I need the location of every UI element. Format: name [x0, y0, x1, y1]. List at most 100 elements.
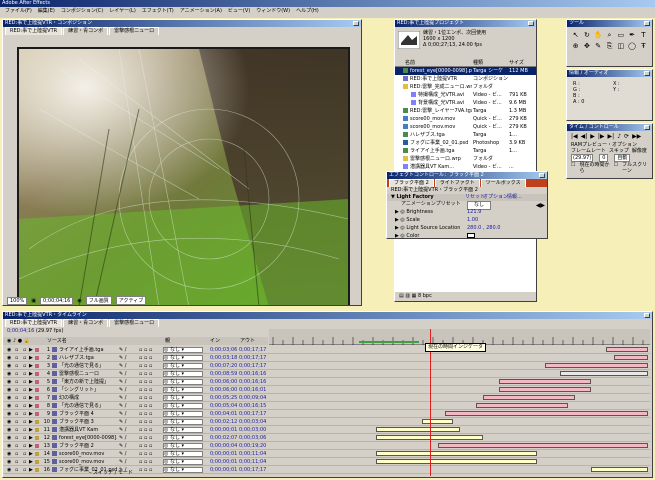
layer-duration-bar[interactable]	[437, 443, 649, 448]
close-icon[interactable]	[528, 21, 534, 26]
expand-icon[interactable]: ▶	[29, 434, 33, 441]
zoom-tool-icon[interactable]: ⌕	[605, 31, 614, 40]
visibility-icon[interactable]: ◉	[7, 426, 11, 433]
effect-property[interactable]: ▶ ◎ Color	[387, 232, 547, 238]
first-frame-icon[interactable]: |◀	[571, 133, 578, 140]
about-link[interactable]: 情報...	[507, 194, 522, 201]
visibility-icon[interactable]: ◉	[7, 354, 11, 361]
layer-out[interactable]: 0;00;03;06	[239, 434, 266, 441]
label-color-icon[interactable]	[35, 380, 39, 384]
loop-icon[interactable]: ⟳	[624, 133, 629, 140]
solo-icon[interactable]: ▫	[23, 370, 26, 377]
clone-tool-icon[interactable]: ⎘	[605, 42, 614, 51]
audio-icon[interactable]: ♪	[617, 133, 621, 140]
expand-icon[interactable]: ▶	[29, 362, 33, 369]
layer-row[interactable]: ◉ ▫ ▫ ▶ 1 ライアイ上手画.tga ✎ / ▫ ▫ ▫ ◎ なし ▾ 0…	[3, 346, 269, 354]
label-color-icon[interactable]	[35, 468, 39, 472]
column-name[interactable]: 名前	[395, 59, 473, 66]
column-parent[interactable]: 親	[165, 337, 170, 345]
expand-icon[interactable]: ▶	[29, 386, 33, 393]
layer-row[interactable]: ◉ ▫ ▫ ▶ 15 score00_mov.mov ✎ / ▫ ▫ ▫ ◎ な…	[3, 458, 269, 466]
audio-icon[interactable]: ▫	[15, 426, 18, 433]
project-item[interactable]: ライアイ上手画.tga Targa 1...	[395, 147, 536, 155]
layer-in[interactable]: 0;00;03;18	[210, 354, 237, 361]
layer-in[interactable]: 0;00;00;01	[210, 458, 237, 465]
parent-select[interactable]: ◎ なし ▾	[163, 363, 203, 369]
pan-behind-icon[interactable]: ✥	[582, 42, 591, 51]
vertical-text-icon[interactable]: Ŧ	[639, 42, 648, 51]
expand-icon[interactable]: ▶	[29, 426, 33, 433]
label-color-icon[interactable]	[35, 420, 39, 424]
audio-icon[interactable]: ▫	[15, 458, 18, 465]
menu-item[interactable]: ヘルプ(H)	[293, 7, 322, 16]
scroll-arrows-icon[interactable]: ◀▶	[536, 202, 545, 209]
expand-icon[interactable]: ▶	[29, 410, 33, 417]
audio-icon[interactable]: ▫	[15, 434, 18, 441]
prev-frame-icon[interactable]: ◀|	[581, 133, 588, 140]
layer-duration-bar[interactable]	[376, 427, 461, 432]
layer-duration-bar[interactable]	[475, 403, 568, 408]
layer-out[interactable]: 0;00;16;16	[239, 378, 266, 385]
layer-out[interactable]: 0;00;09;04	[239, 394, 266, 401]
project-item[interactable]: 特撮構成_光VTR.avi Video - ビ... 791 KB	[395, 91, 536, 99]
visibility-icon[interactable]: ◉	[7, 346, 11, 353]
property-value[interactable]: 1.00	[467, 216, 478, 224]
effect-property[interactable]: ▶ ◎ Light Source Location 280.0 , 280.0	[387, 224, 547, 232]
effect-switch-icon[interactable]: ▫ ▫ ▫	[139, 442, 152, 449]
visibility-icon[interactable]: ◉	[7, 410, 11, 417]
effect-switch-icon[interactable]: ▫ ▫ ▫	[139, 434, 152, 441]
visibility-icon[interactable]: ◉	[7, 450, 11, 457]
layer-out[interactable]: 0;00;16;15	[239, 402, 266, 409]
layer-duration-bar[interactable]	[445, 411, 649, 416]
skip-field[interactable]: 0	[599, 154, 609, 162]
solo-icon[interactable]: ▫	[23, 394, 26, 401]
from-current-checkbox[interactable]: ☐	[571, 162, 575, 174]
tab[interactable]: ツールボックス	[480, 179, 526, 187]
effect-switch-icon[interactable]: ▫ ▫ ▫	[139, 394, 152, 401]
layer-in[interactable]: 0;00;02;12	[210, 418, 237, 425]
layer-duration-bar[interactable]	[613, 355, 649, 360]
label-color-icon[interactable]	[35, 364, 39, 368]
effect-switch-icon[interactable]: ▫ ▫ ▫	[139, 370, 152, 377]
expand-icon[interactable]: ▶ ◎	[395, 217, 405, 223]
effect-switch-icon[interactable]: ▫ ▫ ▫	[139, 458, 152, 465]
layer-duration-bar[interactable]	[376, 451, 538, 456]
bit-depth[interactable]: 8 bpc	[418, 293, 432, 299]
column-source-name[interactable]: ソース名	[47, 337, 67, 345]
layer-in[interactable]: 0;00;07;20	[210, 362, 237, 369]
camera-icon[interactable]: ▣	[31, 298, 36, 304]
expand-icon[interactable]: ▶	[29, 378, 33, 385]
label-color-icon[interactable]	[35, 356, 39, 360]
audio-icon[interactable]: ▫	[15, 402, 18, 409]
layer-in[interactable]: 0;00;00;01	[210, 450, 237, 457]
switches-icon[interactable]: ✎ /	[119, 394, 126, 401]
menu-item[interactable]: エフェクト(T)	[139, 7, 177, 16]
options-link[interactable]: オプション	[483, 194, 508, 201]
layer-in[interactable]: 0;00;00;04	[210, 442, 237, 449]
project-item[interactable]: RED:事で上陸提VTR コンポジション	[395, 75, 536, 83]
close-icon[interactable]	[353, 21, 359, 26]
layer-duration-bar[interactable]	[590, 467, 649, 472]
solo-icon[interactable]: ▫	[23, 434, 26, 441]
expand-icon[interactable]: ▶	[29, 346, 33, 353]
comp-timecode[interactable]: 0;00;04;16	[40, 296, 74, 305]
layer-row[interactable]: ◉ ▫ ▫ ▶ 4 雷撃感根ニューロ ✎ / ▫ ▫ ▫ ◎ なし ▾ 0;00…	[3, 370, 269, 378]
audio-icon[interactable]: ▫	[15, 378, 18, 385]
expand-icon[interactable]: ▶ ◎	[395, 233, 405, 238]
selection-tool-icon[interactable]: ↖	[571, 31, 580, 40]
expand-icon[interactable]: ▶ ◎	[395, 225, 405, 231]
layer-out[interactable]: 0;00;17;17	[239, 466, 266, 473]
tab[interactable]: RED:事で上陸提VTR	[5, 319, 63, 327]
layer-duration-bar[interactable]	[498, 387, 591, 392]
switches-icon[interactable]: ✎ /	[119, 362, 126, 369]
view-select[interactable]: アクティブ	[115, 296, 147, 305]
rotate-tool-icon[interactable]: ↻	[582, 31, 591, 40]
parent-select[interactable]: ◎ なし ▾	[163, 379, 203, 385]
switches-modes-toggle[interactable]: スイッチ / モード	[93, 470, 133, 477]
audio-icon[interactable]: ▫	[15, 418, 18, 425]
close-icon[interactable]	[539, 173, 545, 178]
parent-select[interactable]: ◎ なし ▾	[163, 419, 203, 425]
solo-icon[interactable]: ▫	[23, 402, 26, 409]
close-icon[interactable]	[644, 313, 650, 318]
column-type[interactable]: 種類	[473, 59, 509, 66]
